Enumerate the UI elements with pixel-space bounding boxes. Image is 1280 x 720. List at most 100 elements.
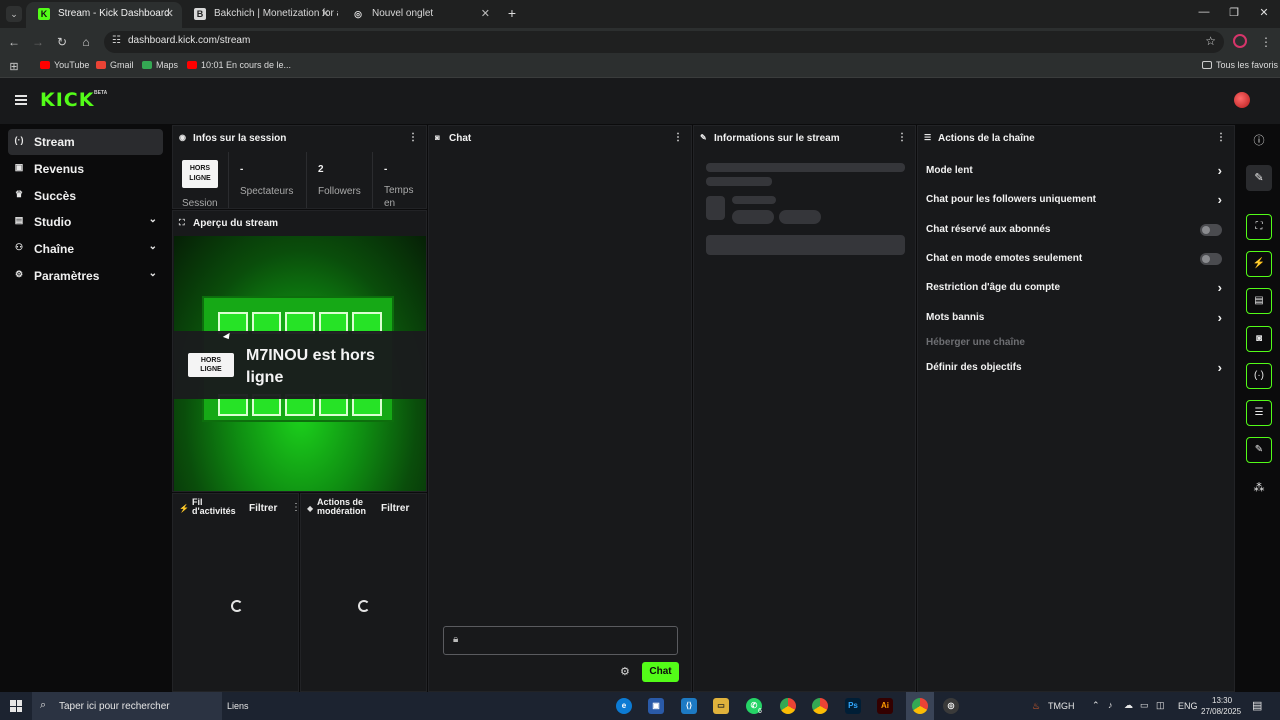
windows-start-icon[interactable]	[10, 700, 22, 712]
kick-logo[interactable]: KICK	[40, 89, 94, 111]
sidebar-item-studio[interactable]: ▤ Studio ⌄	[8, 209, 163, 235]
action-emotes-only[interactable]: Chat en mode emotes seulement	[926, 249, 1222, 269]
back-icon[interactable]: ←	[6, 34, 22, 50]
activity-bolt-icon[interactable]: ⚡	[1246, 251, 1272, 277]
windows-taskbar: ⌕ Taper ici pour rechercher Liens e ▣ ⟨⟩…	[0, 692, 1280, 720]
microphone-icon[interactable]: ♪	[1108, 700, 1113, 710]
site-info-icon[interactable]: ☷	[112, 35, 121, 46]
chrome-icon[interactable]	[780, 698, 796, 714]
bookmark-gmail[interactable]: Gmail	[96, 60, 134, 70]
obs-icon[interactable]: ◎	[943, 698, 959, 714]
clock-date[interactable]: 27/08/2025	[1201, 707, 1241, 716]
info-icon[interactable]: ⓘ	[1246, 128, 1272, 154]
weather-icon[interactable]: ♨	[1032, 701, 1040, 712]
chevron-down-icon[interactable]: ⌄	[149, 268, 157, 279]
bookmark-youtube-video[interactable]: 10:01 En cours de le...	[187, 60, 291, 70]
all-bookmarks[interactable]: Tous les favoris	[1202, 60, 1278, 70]
server-icon[interactable]: ☰	[1246, 400, 1272, 426]
session-icon: ◉	[179, 133, 186, 142]
panel-menu-icon[interactable]: ⋮	[408, 132, 418, 143]
share-nodes-icon[interactable]: ⁂	[1246, 475, 1272, 501]
chevron-right-icon[interactable]: ›	[1218, 360, 1222, 375]
chevron-down-icon[interactable]: ⌄	[149, 241, 157, 252]
chevron-down-icon[interactable]: ⌄	[149, 214, 157, 225]
chevron-right-icon[interactable]: ›	[1218, 310, 1222, 325]
chat-settings-gear-icon[interactable]: ⚙	[620, 665, 630, 678]
tab-bakchich[interactable]: B Bakchich | Monetization for afr ✕	[182, 2, 338, 28]
restore-icon[interactable]: ❐	[1226, 6, 1242, 19]
chevron-right-icon[interactable]: ›	[1218, 192, 1222, 207]
action-banned-words[interactable]: Mots bannis ›	[926, 308, 1222, 328]
sidebar-item-revenus[interactable]: ▣ Revenus	[8, 156, 163, 182]
close-tab-icon[interactable]: ✕	[321, 2, 330, 26]
store-icon[interactable]: ▣	[648, 698, 664, 714]
new-tab-button[interactable]: +	[504, 5, 520, 21]
network-icon[interactable]: ◫	[1156, 700, 1165, 711]
edge-icon[interactable]: e	[616, 698, 632, 714]
chat-input[interactable]: 🔒︎	[443, 626, 678, 655]
wrench-icon[interactable]: ✎	[1246, 437, 1272, 463]
action-mode-lent[interactable]: Mode lent ›	[926, 161, 1222, 181]
close-tab-icon[interactable]: ✕	[165, 2, 174, 26]
weather-text[interactable]: TMGH	[1048, 701, 1075, 711]
sidebar-item-stream[interactable]: (·) Stream	[8, 129, 163, 155]
broadcast-icon[interactable]: (·)	[1246, 363, 1272, 389]
action-age-restriction[interactable]: Restriction d'âge du compte ›	[926, 278, 1222, 298]
bookmark-youtube[interactable]: YouTube	[40, 60, 89, 70]
reload-icon[interactable]: ↻	[54, 34, 70, 50]
minimize-icon[interactable]: —	[1196, 6, 1212, 18]
cloud-icon[interactable]: ☁	[1124, 700, 1133, 711]
address-bar[interactable]: ☷ dashboard.kick.com/stream ☆	[104, 31, 1224, 53]
action-followers-only[interactable]: Chat pour les followers uniquement ›	[926, 190, 1222, 210]
apps-grid-icon[interactable]: ⊞	[6, 59, 22, 75]
filter-button[interactable]: Filtrer	[249, 503, 277, 514]
tab-search-icon[interactable]: ⌄	[6, 6, 22, 22]
action-subscribers-only[interactable]: Chat réservé aux abonnés	[926, 220, 1222, 240]
notification-icon[interactable]: ▤	[1252, 699, 1262, 712]
preview-widget-icon[interactable]: ⛶	[1246, 214, 1272, 240]
profile-icon[interactable]	[1233, 34, 1247, 48]
close-window-icon[interactable]: ✕	[1256, 6, 1272, 19]
chevron-right-icon[interactable]: ›	[1218, 280, 1222, 295]
chat-send-button[interactable]: Chat	[642, 662, 679, 682]
filter-button[interactable]: Filtrer	[381, 503, 409, 514]
links-toolbar[interactable]: Liens	[227, 701, 249, 711]
language-indicator[interactable]: ENG	[1178, 701, 1198, 711]
vscode-icon[interactable]: ⟨⟩	[681, 698, 697, 714]
chrome-icon[interactable]	[912, 698, 928, 714]
stat-duration: - Temps en	[374, 152, 426, 208]
chevron-right-icon[interactable]: ›	[1218, 163, 1222, 178]
file-explorer-icon[interactable]: ▭	[713, 698, 729, 714]
tray-chevron-up-icon[interactable]: ⌃	[1092, 700, 1100, 711]
display-icon[interactable]: ▭	[1140, 700, 1149, 711]
tab-new-tab[interactable]: ◎ Nouvel onglet ✕	[340, 2, 498, 28]
sidebar-item-parametres[interactable]: ⚙ Paramètres ⌄	[8, 263, 163, 289]
photoshop-icon[interactable]: Ps	[845, 698, 861, 714]
emotes-only-toggle[interactable]	[1200, 253, 1222, 265]
action-set-goals[interactable]: Définir des objectifs ›	[926, 358, 1222, 378]
menu-kebab-icon[interactable]: ⋮	[1258, 34, 1274, 50]
offline-banner-image: HORS LIGNE M7INOU est hors ligne	[174, 236, 426, 491]
chat-bubble-icon[interactable]: ◙	[1246, 326, 1272, 352]
edit-pencil-icon[interactable]: ✎	[1246, 165, 1272, 191]
subscribers-only-toggle[interactable]	[1200, 224, 1222, 236]
home-icon[interactable]: ⌂	[78, 34, 94, 50]
avatar[interactable]	[1234, 92, 1250, 108]
panel-menu-icon[interactable]: ⋮	[897, 132, 907, 143]
clock-time[interactable]: 13:30	[1212, 696, 1232, 705]
panel-menu-icon[interactable]: ⋮	[1216, 132, 1226, 143]
tab-kick-dashboard[interactable]: K Stream - Kick Dashboard ✕	[26, 2, 182, 28]
sidebar-item-chaine[interactable]: ⚇ Chaîne ⌄	[8, 236, 163, 262]
bookmark-maps[interactable]: Maps	[142, 60, 178, 70]
forward-icon[interactable]: →	[30, 34, 46, 50]
close-tab-icon[interactable]: ✕	[481, 2, 490, 26]
sidebar-item-succes[interactable]: ♛ Succès	[8, 183, 163, 209]
bookmark-star-icon[interactable]: ☆	[1205, 34, 1216, 48]
chrome-icon[interactable]	[812, 698, 828, 714]
illustrator-icon[interactable]: Ai	[877, 698, 893, 714]
document-icon[interactable]: ▤	[1246, 288, 1272, 314]
taskbar-search[interactable]: ⌕ Taper ici pour rechercher	[32, 692, 222, 720]
panel-menu-icon[interactable]: ⋮	[673, 132, 683, 143]
search-placeholder: Taper ici pour rechercher	[59, 701, 170, 712]
hamburger-menu-icon[interactable]	[15, 95, 27, 105]
